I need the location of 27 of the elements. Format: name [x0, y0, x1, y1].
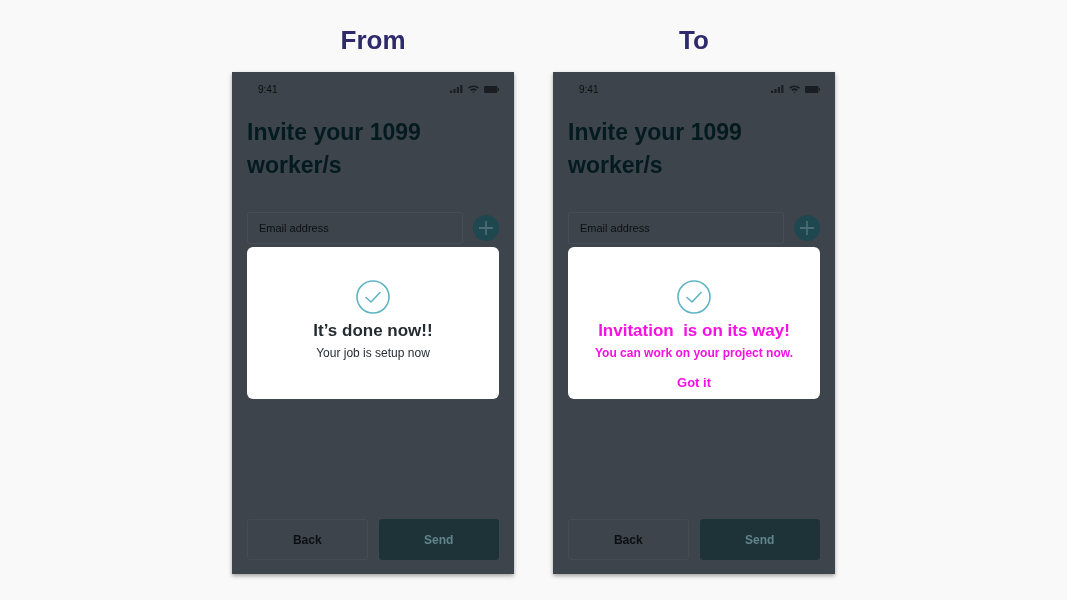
check-circle-icon	[677, 280, 711, 314]
signal-icon	[450, 85, 463, 93]
dialog-message: Your job is setup now	[316, 345, 430, 361]
screen-title: Invite your 1099 worker/s	[247, 118, 422, 180]
plus-icon[interactable]	[794, 215, 820, 241]
panel-heading: From	[340, 24, 406, 56]
screen-title: Invite your 1099 worker/s	[568, 118, 743, 180]
wifi-icon	[468, 85, 479, 93]
check-circle-icon	[356, 280, 390, 314]
back-button[interactable]: Back	[247, 519, 368, 560]
send-button[interactable]: Send	[699, 519, 820, 560]
dialog-title: Invitation is on its way!	[598, 320, 790, 342]
signal-icon	[771, 85, 784, 93]
dialog-message: You can work on your project now.	[595, 345, 793, 361]
wifi-icon	[789, 85, 800, 93]
dialog-title: It’s done now!!	[313, 320, 433, 342]
got-it-button[interactable]: Got it	[675, 375, 713, 391]
battery-icon	[484, 85, 499, 93]
plus-icon[interactable]	[473, 215, 499, 241]
email-field[interactable]: Email address	[247, 212, 463, 244]
panel-heading: To	[679, 24, 709, 56]
send-button[interactable]: Send	[378, 519, 499, 560]
status-time: 9:41	[579, 83, 599, 95]
back-button[interactable]: Back	[568, 519, 689, 560]
battery-icon	[805, 85, 820, 93]
email-field[interactable]: Email address	[568, 212, 784, 244]
status-time: 9:41	[258, 83, 278, 95]
